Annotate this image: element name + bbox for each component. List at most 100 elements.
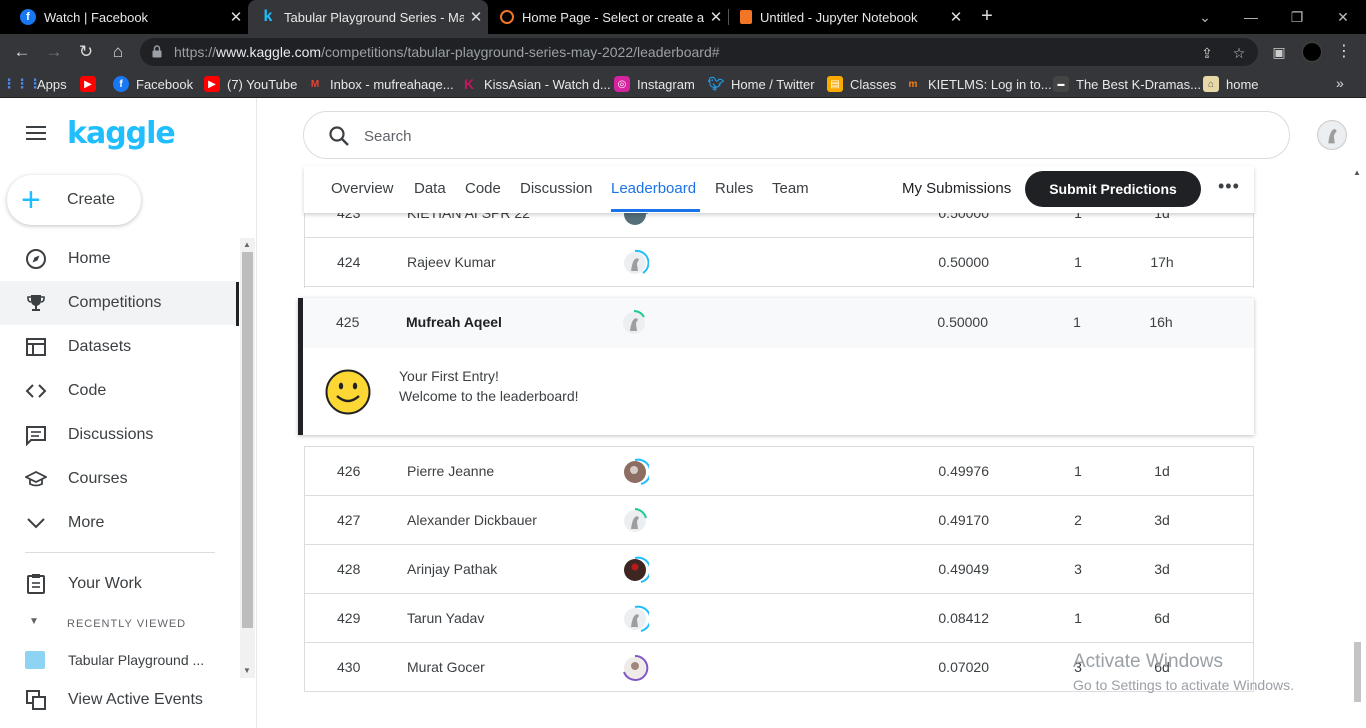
browser-tab-jupyter-home[interactable]: Home Page - Select or create a n ✕ [488, 0, 728, 34]
sidebar-item-courses[interactable]: Courses [0, 457, 238, 501]
team-avatar[interactable] [620, 309, 648, 337]
facebook-icon: f [113, 76, 129, 92]
page-scrollbar[interactable]: ▲ [1349, 166, 1366, 728]
tab-overview[interactable]: Overview [331, 180, 394, 197]
lock-icon [152, 45, 162, 58]
active-tab-underline [611, 209, 700, 212]
bookmark-twitter[interactable]: 🐦︎ Home / Twitter [708, 75, 815, 93]
browser-tab-kaggle[interactable]: k Tabular Playground Series - May ✕ [248, 0, 488, 34]
sidebar-item-home[interactable]: Home [0, 237, 238, 281]
scroll-down-arrow-icon[interactable]: ▼ [243, 666, 251, 675]
sidebar-item-your-work[interactable]: Your Work [0, 562, 238, 606]
bookmark-apps[interactable]: ⋮⋮⋮ Apps [3, 75, 67, 93]
team-avatar[interactable] [621, 458, 649, 486]
scroll-up-arrow-icon[interactable]: ▲ [243, 240, 251, 249]
browser-tab-notebook[interactable]: Untitled - Jupyter Notebook ✕ [728, 0, 968, 34]
kaggle-logo[interactable]: kaggle [67, 116, 176, 151]
close-tab-icon[interactable]: ✕ [944, 8, 968, 26]
tab-rules[interactable]: Rules [715, 180, 753, 197]
bookmark-star-icon[interactable]: ☆ [1230, 44, 1248, 62]
team-avatar[interactable] [621, 654, 649, 682]
tab-discussion[interactable]: Discussion [520, 180, 593, 197]
table-icon [26, 338, 46, 356]
twitter-icon: 🐦︎ [707, 76, 725, 91]
new-tab-button[interactable]: + [976, 6, 998, 28]
recently-viewed-header: RECENTLY VIEWED [67, 618, 187, 630]
my-submissions-link[interactable]: My Submissions [902, 180, 1011, 197]
sidebar-item-view-active-events[interactable]: View Active Events [0, 678, 238, 722]
tab-search-icon[interactable]: ⌄ [1182, 0, 1228, 34]
side-panel-icon[interactable]: ▣ [1270, 43, 1288, 61]
address-bar[interactable]: https://www.kaggle.com/competitions/tabu… [140, 38, 1258, 66]
table-row[interactable]: 429 Tarun Yadav 0.08412 1 6d [305, 594, 1253, 643]
collapse-caret-icon[interactable]: ▼ [29, 616, 39, 627]
first-entry-message: Your First Entry! Welcome to the leaderb… [399, 368, 579, 404]
restore-icon[interactable]: ❐ [1274, 0, 1320, 34]
share-icon[interactable]: ⇪ [1198, 44, 1216, 62]
back-icon[interactable]: ← [10, 40, 34, 64]
browser-tab-facebook[interactable]: f Watch | Facebook ✕ [8, 0, 248, 34]
more-bookmarks-icon[interactable]: » [1336, 75, 1344, 91]
my-entry-row[interactable]: 425 Mufreah Aqeel 0.50000 1 16h [303, 298, 1254, 348]
table-row[interactable]: 425 Mufreah Aqeel 0.50000 1 16h [304, 298, 1252, 348]
sidebar-item-discussions[interactable]: Discussions [0, 413, 238, 457]
user-avatar[interactable] [1317, 120, 1347, 150]
table-row[interactable]: 424 Rajeev Kumar 0.50000 1 17h [305, 238, 1253, 287]
hamburger-menu-icon[interactable] [26, 126, 46, 142]
bookmark-instagram[interactable]: ◎ Instagram [614, 75, 695, 93]
minimize-icon[interactable]: — [1228, 0, 1274, 34]
bookmark-home[interactable]: ⌂ home [1203, 75, 1259, 93]
gmail-icon: M [310, 78, 320, 90]
bookmark-kissasian[interactable]: K KissAsian - Watch d... [461, 75, 611, 93]
close-tab-icon[interactable]: ✕ [464, 8, 488, 26]
bookmark-classes[interactable]: ▤ Classes [827, 75, 896, 93]
plus-icon: + [21, 181, 41, 219]
classroom-icon: ▤ [827, 76, 843, 92]
team-avatar[interactable] [621, 249, 649, 277]
scrollbar-thumb[interactable] [242, 252, 253, 628]
tab-code[interactable]: Code [465, 180, 501, 197]
bookmark-youtube-icon-only[interactable]: ▶ [80, 75, 103, 93]
tab-data[interactable]: Data [414, 180, 446, 197]
compass-icon [26, 249, 46, 269]
window-close-icon[interactable]: ✕ [1320, 0, 1366, 34]
profile-avatar[interactable] [1302, 42, 1322, 62]
sidebar-item-code[interactable]: Code [0, 369, 238, 413]
table-row[interactable]: 426 Pierre Jeanne 0.49976 1 1d [305, 447, 1253, 496]
close-tab-icon[interactable]: ✕ [224, 8, 248, 26]
bookmark-facebook[interactable]: f Facebook [113, 75, 193, 93]
recent-item-tabular-playground[interactable]: Tabular Playground ... [0, 638, 238, 682]
scrollbar-thumb[interactable] [1354, 642, 1361, 702]
site-search[interactable] [303, 111, 1290, 159]
sidebar-item-datasets[interactable]: Datasets [0, 325, 238, 369]
tab-title: Home Page - Select or create a n [522, 9, 704, 25]
browser-menu-icon[interactable]: ⋮ [1336, 40, 1352, 64]
tab-team[interactable]: Team [772, 180, 809, 197]
bookmark-gmail[interactable]: M Inbox - mufreahaqe... [307, 75, 454, 93]
close-tab-icon[interactable]: ✕ [704, 8, 728, 26]
team-avatar[interactable] [621, 556, 649, 584]
sidebar-item-more[interactable]: More [0, 501, 238, 545]
team-avatar[interactable] [621, 605, 649, 633]
bookmark-kietlms[interactable]: m KIETLMS: Log in to... [905, 75, 1052, 93]
table-row[interactable]: 427 Alexander Dickbauer 0.49170 2 3d [305, 496, 1253, 545]
tab-title: Watch | Facebook [44, 9, 149, 25]
bookmark-kdramas[interactable]: ▬ The Best K-Dramas... [1053, 75, 1201, 93]
tab-leaderboard[interactable]: Leaderboard [611, 180, 696, 197]
submit-predictions-button[interactable]: Submit Predictions [1025, 171, 1201, 207]
sidebar-scrollbar[interactable]: ▲ ▼ [240, 238, 255, 678]
home-icon[interactable]: ⌂ [106, 40, 130, 64]
create-button[interactable]: + Create [7, 175, 141, 225]
sidebar: kaggle + Create Home Competitions Datase… [0, 98, 257, 728]
scroll-up-arrow-icon[interactable]: ▲ [1353, 168, 1361, 177]
search-input[interactable] [364, 124, 1164, 148]
bookmark-youtube[interactable]: ▶ (7) YouTube [204, 75, 297, 93]
search-icon [329, 126, 349, 146]
sidebar-item-competitions[interactable]: Competitions [0, 281, 238, 325]
table-row[interactable]: 428 Arinjay Pathak 0.49049 3 3d [305, 545, 1253, 594]
reload-icon[interactable]: ↻ [74, 40, 98, 64]
kissasian-icon: K [463, 76, 475, 92]
forward-icon[interactable]: → [42, 40, 66, 64]
more-options-icon[interactable]: ••• [1218, 176, 1240, 197]
team-avatar[interactable] [621, 507, 649, 535]
